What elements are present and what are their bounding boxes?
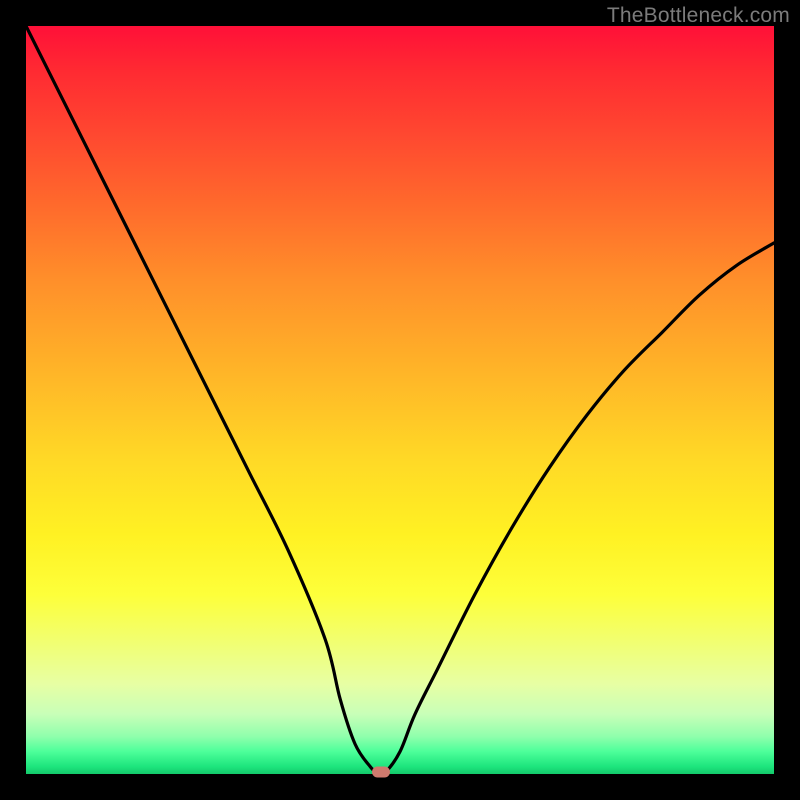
watermark-label: TheBottleneck.com <box>607 4 790 28</box>
plot-area <box>26 26 774 774</box>
optimal-point-marker <box>372 766 390 777</box>
outer-frame: TheBottleneck.com <box>0 0 800 800</box>
bottleneck-curve <box>26 26 774 774</box>
